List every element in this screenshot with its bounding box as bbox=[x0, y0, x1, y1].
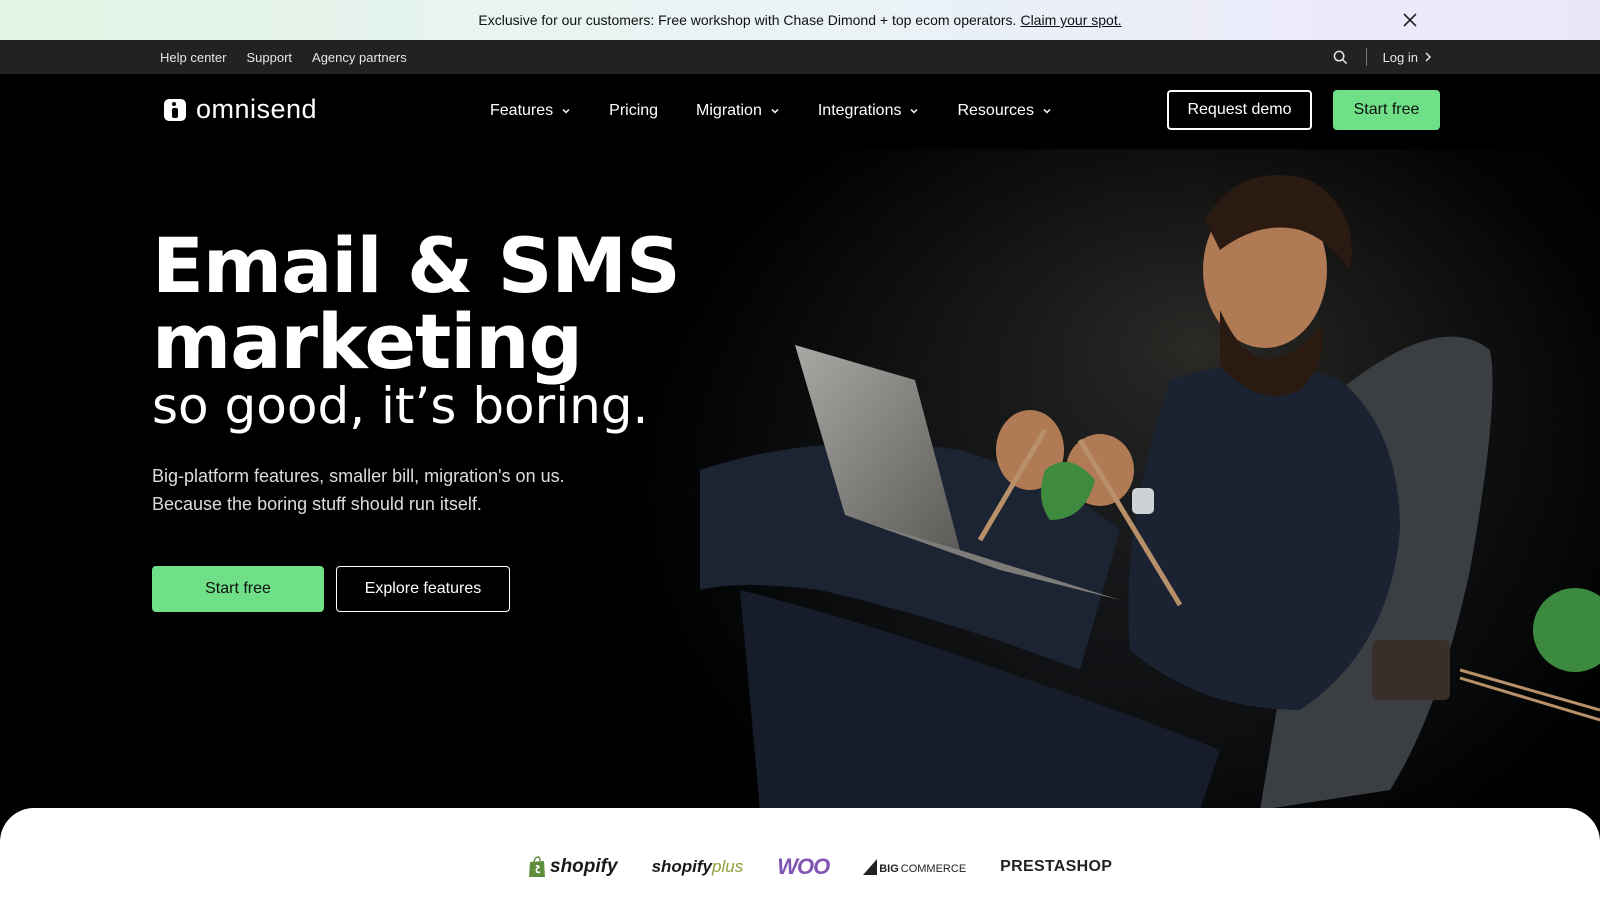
support-link[interactable]: Support bbox=[246, 50, 292, 65]
platform-logos-strip: shopify shopifyplus WOO BIG COMMERCE PRES… bbox=[0, 808, 1600, 900]
request-demo-button[interactable]: Request demo bbox=[1167, 90, 1312, 130]
divider bbox=[1365, 48, 1367, 66]
commerce-text: COMMERCE bbox=[900, 863, 967, 875]
hero-photo-man-knitting bbox=[700, 150, 1600, 810]
announcement-bar: Exclusive for our customers: Free worksh… bbox=[0, 0, 1600, 40]
headline-line-2: marketing bbox=[152, 297, 583, 386]
chevron-down-icon bbox=[562, 108, 570, 114]
start-free-button[interactable]: Start free bbox=[152, 566, 324, 612]
hero-cta-group: Start free Explore features bbox=[152, 566, 510, 612]
close-icon[interactable] bbox=[1400, 10, 1420, 30]
chevron-down-icon bbox=[1043, 108, 1051, 114]
explore-features-button[interactable]: Explore features bbox=[336, 566, 510, 612]
hero-tagline: so good, it’s boring. bbox=[152, 377, 649, 435]
login-link[interactable]: Log in bbox=[1383, 50, 1432, 65]
nav-migration[interactable]: Migration bbox=[696, 102, 780, 120]
nav-pricing[interactable]: Pricing bbox=[609, 102, 658, 120]
logo-text: omnisend bbox=[196, 94, 318, 124]
nav-pricing-label: Pricing bbox=[609, 102, 659, 119]
subtitle-line-1: Big-platform features, smaller bill, mig… bbox=[152, 466, 565, 486]
main-nav: omnisend Features Pricing Migration Inte… bbox=[0, 74, 1600, 148]
nav-migration-label: Migration bbox=[696, 102, 762, 119]
search-icon[interactable] bbox=[1333, 50, 1348, 65]
nav-resources[interactable]: Resources bbox=[957, 102, 1051, 120]
plus-text: plus bbox=[712, 857, 744, 876]
nav-features[interactable]: Features bbox=[490, 102, 571, 120]
chevron-down-icon bbox=[910, 108, 918, 114]
subtitle-line-2: Because the boring stuff should run itse… bbox=[152, 494, 482, 514]
nav-features-label: Features bbox=[490, 102, 554, 119]
shopify-plus-logo: shopifyplus bbox=[652, 857, 744, 877]
shopify-plus-text: shopify bbox=[651, 857, 713, 876]
nav-integrations-label: Integrations bbox=[817, 102, 902, 119]
hero-subtitle: Big-platform features, smaller bill, mig… bbox=[152, 462, 672, 518]
login-label: Log in bbox=[1382, 49, 1418, 65]
bigcommerce-mark-icon bbox=[863, 859, 878, 875]
nav-integrations[interactable]: Integrations bbox=[818, 102, 920, 120]
shopify-bag-icon bbox=[529, 856, 545, 877]
claim-spot-link[interactable]: Claim your spot. bbox=[1020, 12, 1121, 28]
chevron-right-icon bbox=[1425, 52, 1432, 62]
headline-line-1: Email & SMS bbox=[152, 221, 681, 310]
shopify-logo: shopify bbox=[528, 856, 618, 878]
utility-bar: Help center Support Agency partners Log … bbox=[0, 40, 1600, 74]
announcement-text: Exclusive for our customers: Free worksh… bbox=[478, 12, 1017, 28]
nav-resources-label: Resources bbox=[957, 102, 1034, 119]
shopify-text: shopify bbox=[550, 856, 618, 877]
woo-logo: WOO bbox=[777, 854, 830, 879]
omnisend-logo[interactable]: omnisend bbox=[164, 94, 317, 125]
prestashop-logo: PRESTASHOP bbox=[1000, 858, 1113, 875]
start-free-nav-button[interactable]: Start free bbox=[1333, 90, 1440, 130]
big-text: BIG bbox=[879, 863, 899, 875]
hero-headline: Email & SMS marketing bbox=[152, 221, 681, 386]
help-center-link[interactable]: Help center bbox=[160, 50, 226, 65]
chevron-down-icon bbox=[771, 108, 779, 114]
agency-partners-link[interactable]: Agency partners bbox=[312, 50, 407, 65]
bigcommerce-logo: BIG COMMERCE bbox=[863, 859, 966, 875]
logo-mark-icon bbox=[164, 98, 186, 121]
